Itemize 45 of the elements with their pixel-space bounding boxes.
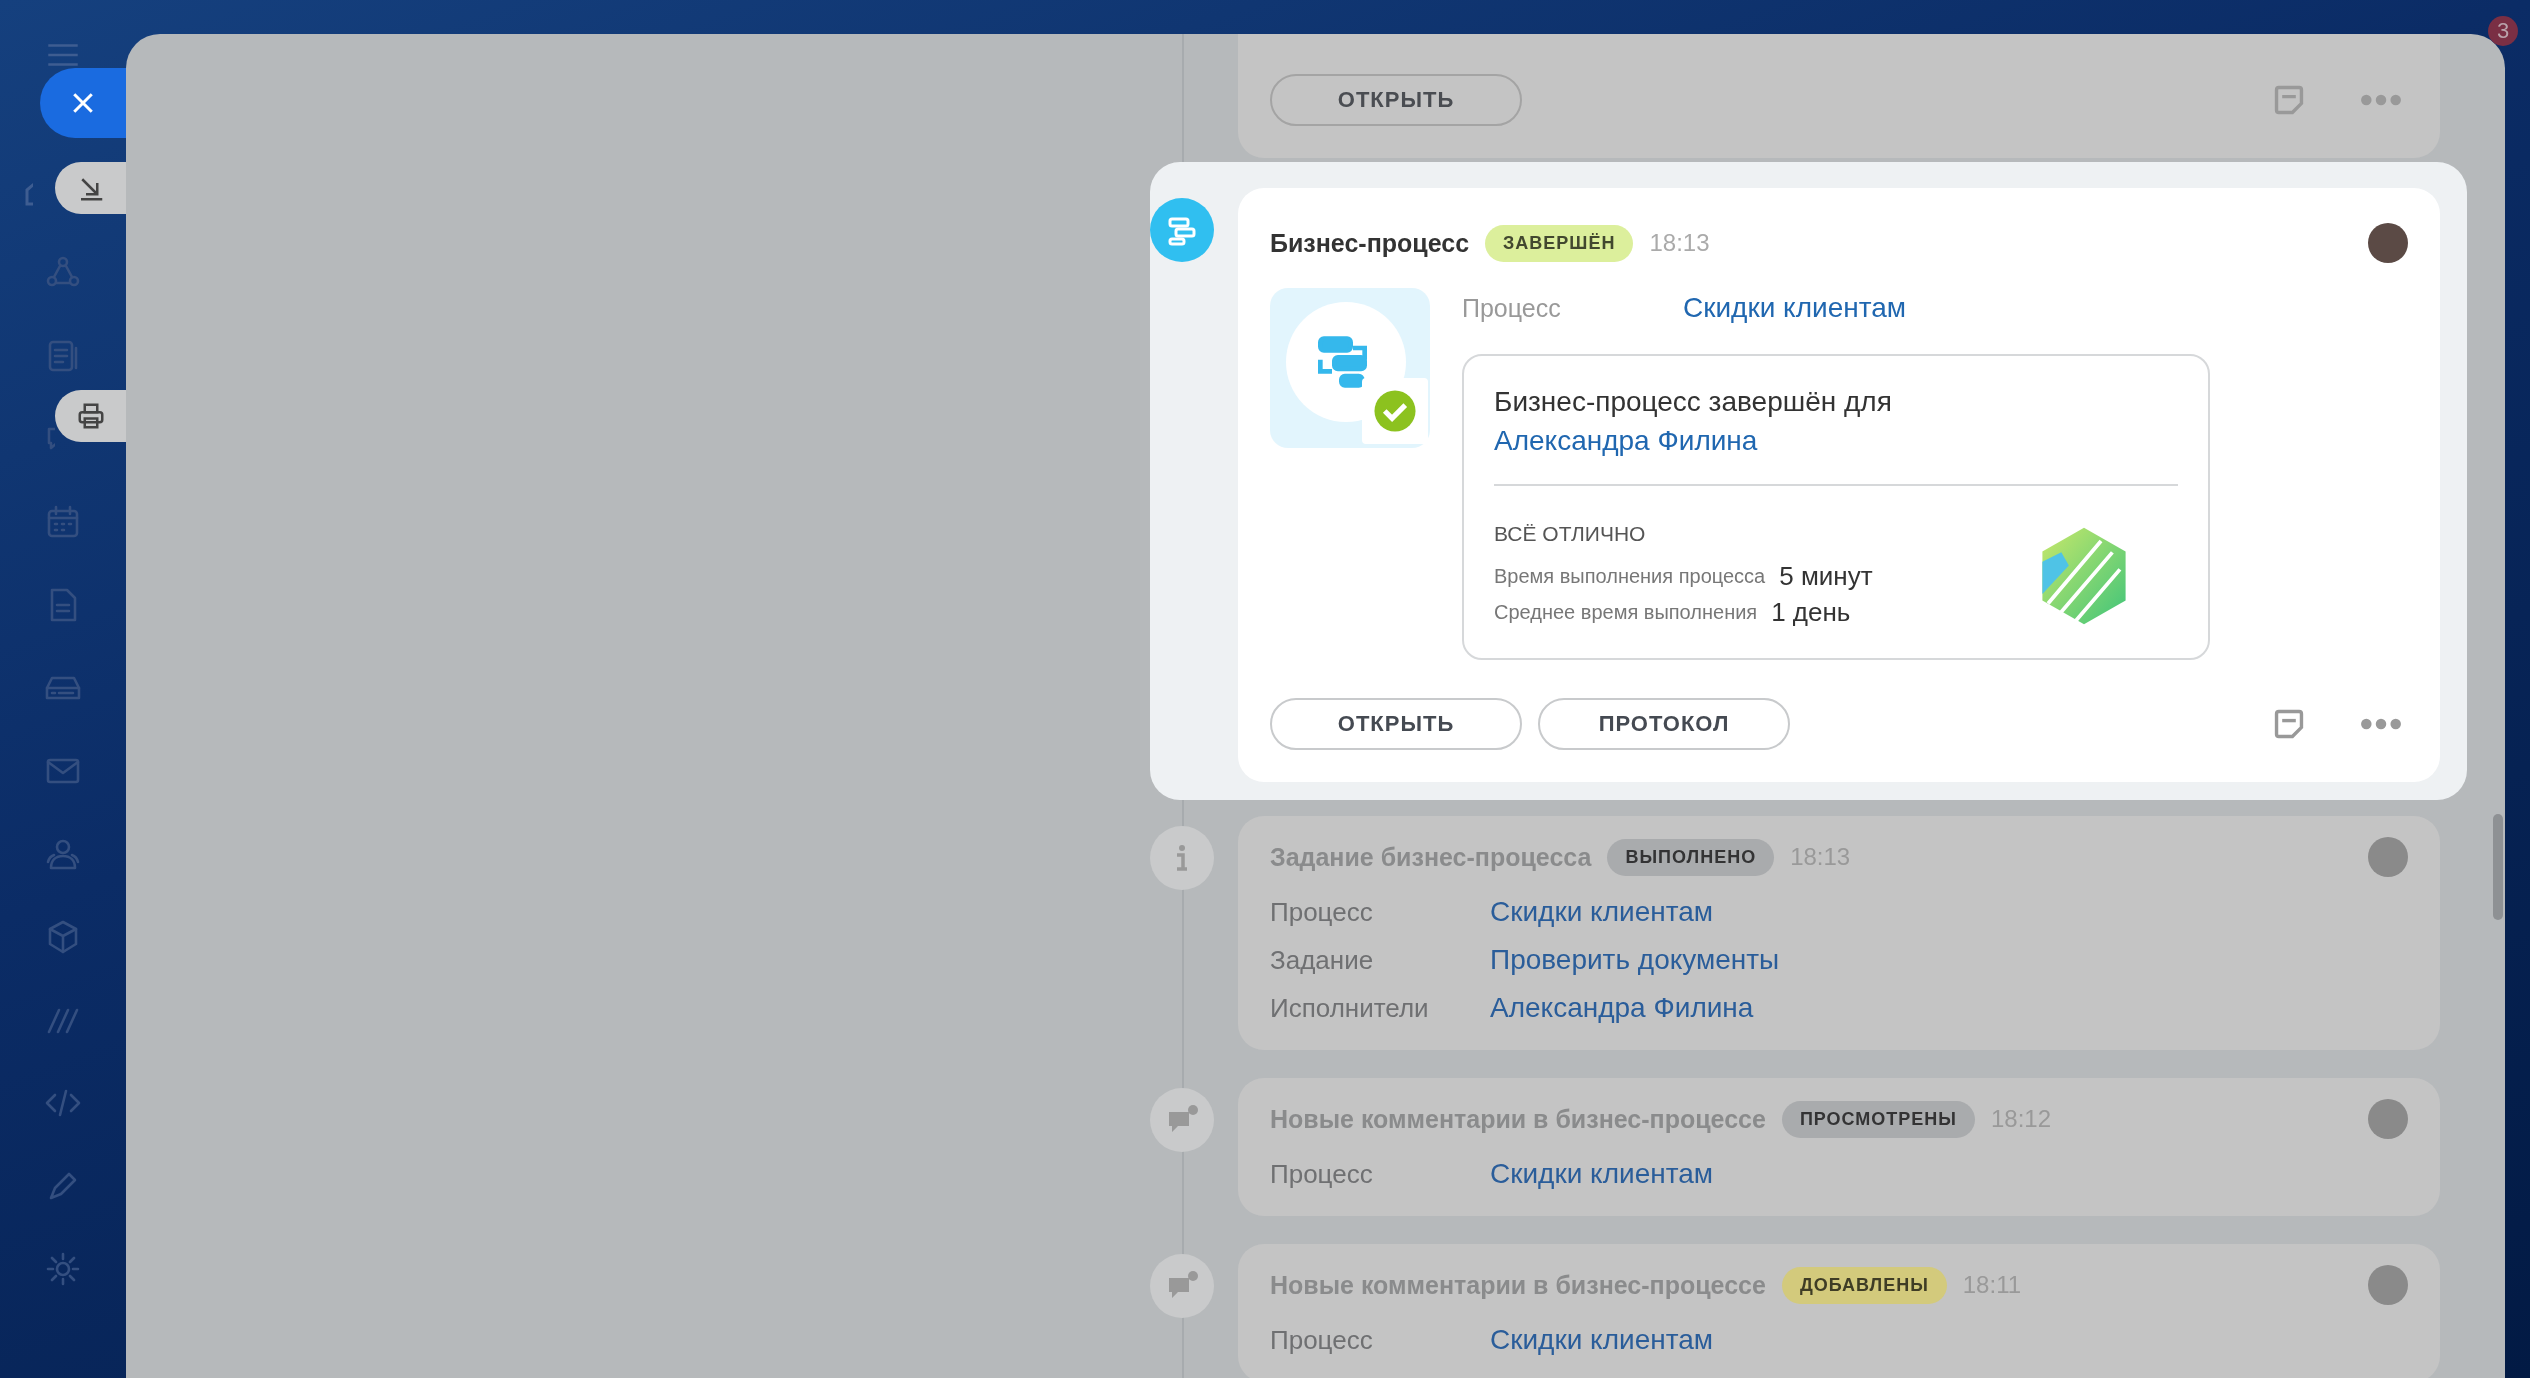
status-badge: ПРОСМОТРЕНЫ xyxy=(1781,1100,1975,1138)
process-link[interactable]: Скидки клиентам xyxy=(1683,292,1907,324)
field-link[interactable]: Скидки клиентам xyxy=(1490,896,1714,928)
avatar xyxy=(2368,1099,2408,1139)
field-label: Задание xyxy=(1270,944,1375,976)
rating-title: ВСЁ ОТЛИЧНО xyxy=(1494,522,1647,546)
avatar xyxy=(2368,1265,2408,1305)
status-badge: ДОБАВЛЕНЫ xyxy=(1781,1266,1947,1304)
field-link[interactable]: Скидки клиентам xyxy=(1490,1158,1714,1190)
print-button[interactable] xyxy=(55,390,126,442)
close-button[interactable] xyxy=(40,68,126,138)
user-link[interactable]: Александра Филина xyxy=(1494,425,1758,456)
result-message: Бизнес-процесс завершён для Александра Филина xyxy=(1494,385,1893,458)
more-icon[interactable] xyxy=(2360,93,2402,107)
avatar xyxy=(2368,223,2408,263)
field-label: Процесс xyxy=(1270,896,1374,928)
status-badge: ЗАВЕРШЁН xyxy=(1485,224,1634,262)
note-icon[interactable] xyxy=(2272,707,2306,741)
field-label: Процесс xyxy=(1270,1158,1374,1190)
time-label: 18:13 xyxy=(1649,229,1710,257)
status-badge: ВЫПОЛНЕНО xyxy=(1607,838,1775,876)
card-title: Новые комментарии в бизнес-процессе xyxy=(1270,1270,1766,1300)
stat-value: 5 минут xyxy=(1779,560,1873,592)
notification-badge: 3 xyxy=(2488,16,2518,46)
field-link[interactable]: Проверить документы xyxy=(1490,944,1780,976)
field-link[interactable]: Скидки клиентам xyxy=(1490,1324,1714,1356)
field-label: Исполнители xyxy=(1270,992,1430,1024)
field-label: Процесс xyxy=(1270,1324,1374,1356)
action-button[interactable]: ОТКРЫТЬ xyxy=(1270,698,1522,750)
more-icon[interactable] xyxy=(2360,717,2402,731)
stat-value: 1 день xyxy=(1771,596,1851,628)
action-button[interactable]: ОТКРЫТЬ xyxy=(1270,74,1522,126)
field-link[interactable]: Александра Филина xyxy=(1490,992,1754,1024)
stat-label: Среднее время выполнения xyxy=(1494,600,1758,624)
card-title: Бизнес-процесс xyxy=(1270,228,1470,258)
menu-icon[interactable] xyxy=(45,42,81,68)
card-title: Новые комментарии в бизнес-процессе xyxy=(1270,1104,1766,1134)
card-title: Задание бизнес-процесса xyxy=(1270,842,1592,872)
scrollbar-thumb[interactable] xyxy=(2493,814,2503,920)
action-button[interactable]: ПРОТОКОЛ xyxy=(1538,698,1790,750)
avatar xyxy=(2368,837,2408,877)
minimize-button[interactable] xyxy=(55,162,126,214)
note-icon[interactable] xyxy=(2272,83,2306,117)
field-label: Процесс xyxy=(1462,293,1562,323)
stat-label: Время выполнения процесса xyxy=(1494,564,1766,588)
